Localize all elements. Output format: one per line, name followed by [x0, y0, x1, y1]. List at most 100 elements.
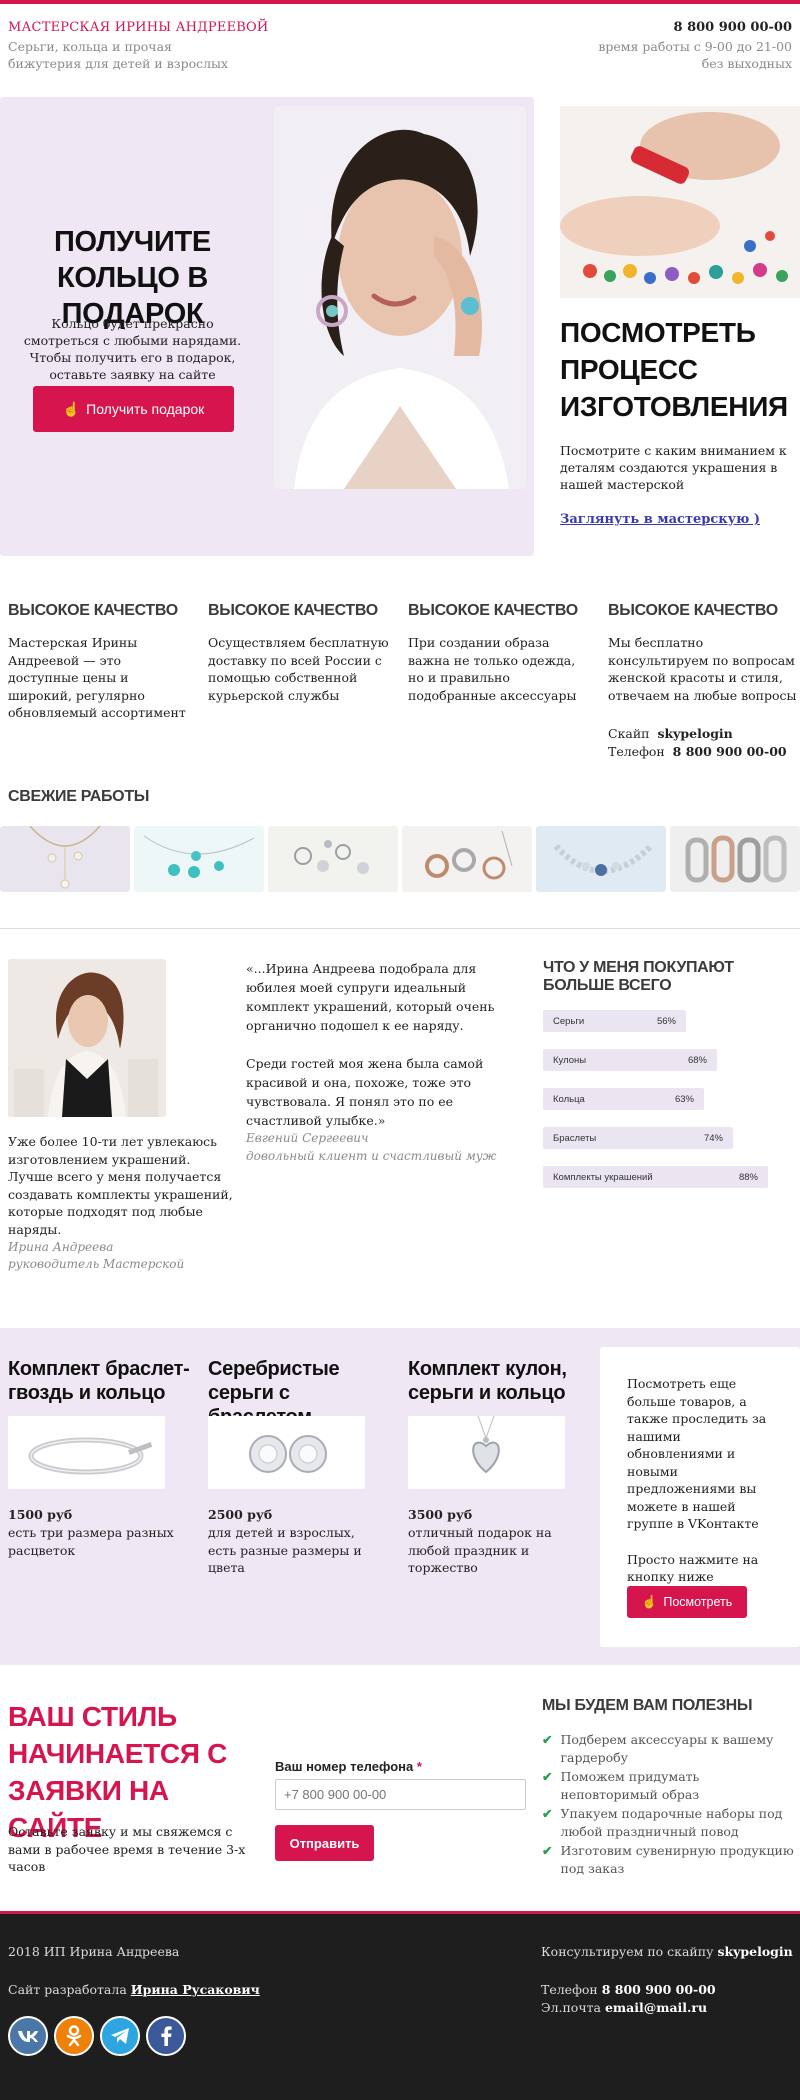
product-title[interactable]: Комплект кулон, серьги и кольцо [408, 1357, 593, 1405]
sales-bar-percent: 88% [738, 1171, 758, 1183]
top-sales-title: ЧТО У МЕНЯ ПОКУПАЮТ БОЛЬШЕ ВСЕГО [543, 959, 734, 994]
testimonial-quote: «...Ирина Андреева подобрала для юбилея … [246, 959, 516, 1130]
visit-workshop-link[interactable]: Заглянуть в мастерскую ) [560, 512, 760, 527]
thumbs-up-icon: ☝ [62, 400, 81, 417]
odnoklassniki-icon[interactable] [54, 2016, 94, 2056]
submit-button[interactable]: Отправить [275, 1825, 374, 1861]
works-title: СВЕЖИЕ РАБОТЫ [8, 788, 150, 805]
footer-phone-label: Телефон [541, 1982, 598, 1997]
feature-text: Осуществляем бесплатную доставку по всей… [208, 635, 389, 703]
phone-input[interactable] [275, 1779, 526, 1810]
vk-icon[interactable] [8, 2016, 48, 2056]
product-price: 3500 руб [408, 1507, 473, 1522]
view-vk-label: Посмотреть [663, 1595, 733, 1609]
sales-bar-label: Комплекты украшений [553, 1171, 653, 1183]
footer-email-label: Эл.почта [541, 2000, 601, 2015]
work-thumbnail[interactable] [0, 826, 130, 892]
telegram-icon[interactable] [100, 2016, 140, 2056]
feature-text: Мастерская Ирины Андреевой — это доступн… [8, 635, 186, 720]
craft-photo [560, 106, 800, 298]
product-desc: есть три размера разных расцветок [8, 1525, 174, 1558]
view-vk-button[interactable]: ☝ Посмотреть [627, 1586, 747, 1618]
header-phone[interactable]: 8 800 900 00-00 [674, 20, 792, 35]
sales-bar-percent: 56% [656, 1015, 676, 1027]
sales-bar: Комплекты украшений 88% [543, 1166, 768, 1188]
hours-line: время работы с 9-00 до 21-00 [598, 39, 792, 54]
feature-text: При создании образа важна не только одеж… [408, 635, 577, 703]
phone-field-label: Ваш номер телефона * [275, 1759, 422, 1774]
brand-name[interactable]: МАСТЕРСКАЯ ИРИНЫ АНДРЕЕВОЙ [8, 20, 268, 35]
author-name: Ирина Андреева [8, 1240, 114, 1254]
vk-text-cta: Просто нажмите на кнопку ниже [627, 1551, 759, 1585]
work-thumbnail[interactable] [134, 826, 264, 892]
hours-line: без выходных [701, 56, 792, 71]
work-thumbnail[interactable] [670, 826, 800, 892]
get-gift-label: Получить подарок [86, 401, 205, 417]
footer-phone: Телефон 8 800 900 00-00 [541, 1982, 716, 1997]
quote-paragraph: «...Ирина Андреева подобрала для юбилея … [246, 961, 495, 1033]
product-card: Комплект кулон, серьги и кольцо [408, 1357, 593, 1405]
woman-portrait-image [274, 106, 526, 489]
product-image[interactable] [8, 1416, 165, 1489]
get-gift-button[interactable]: ☝ Получить подарок [33, 386, 234, 432]
feature-text: Мы бесплатно консультируем по вопросам ж… [608, 635, 797, 703]
benefit-text: Изготовим сувенирную продукцию под заказ [560, 1843, 794, 1876]
benefit-item: ✔ Подберем аксессуары к вашему гардеробу [542, 1731, 797, 1767]
product-price: 2500 руб [208, 1507, 273, 1522]
process-text: Посмотрите с каким вниманием к деталям с… [560, 443, 787, 492]
footer-email: Эл.почта email@mail.ru [541, 2000, 707, 2015]
footer-developer: Сайт разработала Ирина Русакович [8, 1982, 260, 1997]
sales-bar: Кулоны 68% [543, 1049, 717, 1071]
work-thumbnail[interactable] [268, 826, 398, 892]
facebook-icon[interactable] [146, 2016, 186, 2056]
consult-label: Консультируем по скайпу [541, 1944, 714, 1959]
footer-email-value[interactable]: email@mail.ru [605, 2000, 707, 2015]
working-hours: время работы с 9-00 до 21-00 без выходны… [598, 38, 792, 72]
product-price: 1500 руб [8, 1507, 73, 1522]
skype-contact: Скайп skypelogin [608, 726, 733, 741]
section-divider [0, 928, 800, 929]
product-image[interactable] [408, 1416, 565, 1489]
sales-bar-label: Кулоны [553, 1054, 587, 1066]
irina-portrait-image [8, 959, 166, 1117]
about-text: Уже более 10-ти лет увлекаюсь изготовлен… [8, 1134, 233, 1237]
author-photo [8, 959, 166, 1117]
sales-bar: Браслеты 74% [543, 1127, 733, 1149]
benefit-text: Упакуем подарочные наборы под любой праз… [560, 1806, 783, 1839]
sales-bar-label: Серьги [553, 1015, 585, 1027]
vk-text: Посмотреть еще больше товаров, а также п… [627, 1375, 777, 1586]
skype-label: Скайп [608, 726, 650, 741]
product-image[interactable] [208, 1416, 365, 1489]
vk-text-main: Посмотреть еще больше товаров, а также п… [627, 1376, 767, 1531]
developer-link[interactable]: Ирина Русакович [131, 1982, 260, 1997]
phone-value[interactable]: 8 800 900 00-00 [673, 744, 787, 759]
beading-hands-image [560, 106, 800, 298]
feature-title: ВЫСОКОЕ КАЧЕСТВО [608, 602, 778, 619]
footer-phone-value[interactable]: 8 800 900 00-00 [602, 1982, 716, 1997]
check-icon: ✔ [542, 1843, 553, 1858]
sales-bar-percent: 68% [687, 1054, 707, 1066]
feature-card: ВЫСОКОЕ КАЧЕСТВО Осуществляем бесплатную… [208, 602, 393, 704]
quote-paragraph: Среди гостей моя жена была самой красиво… [246, 1056, 484, 1128]
cta-text: Оставьте заявку и мы свяжемся с вами в р… [8, 1824, 246, 1874]
benefit-item: ✔ Упакуем подарочные наборы под любой пра… [542, 1805, 797, 1841]
work-thumbnail[interactable] [402, 826, 532, 892]
work-thumbnail[interactable] [536, 826, 666, 892]
feature-title: ВЫСОКОЕ КАЧЕСТВО [408, 602, 578, 619]
product-card: Комплект браслет-гвоздь и кольцо [8, 1357, 193, 1405]
product-title[interactable]: Комплект браслет-гвоздь и кольцо [8, 1357, 193, 1405]
feature-card: ВЫСОКОЕ КАЧЕСТВО При создании образа важ… [408, 602, 593, 704]
author-role: руководитель Мастерской [8, 1257, 185, 1271]
sales-bar: Кольца 63% [543, 1088, 704, 1110]
skype-value[interactable]: skypelogin [657, 726, 732, 741]
sales-bar-label: Браслеты [553, 1132, 597, 1144]
hero-photo [274, 106, 526, 489]
sales-bar-percent: 63% [674, 1093, 694, 1105]
hero-text: Кольцо будет прекрасно смотреться с любы… [23, 316, 242, 382]
check-icon: ✔ [542, 1769, 553, 1784]
sales-bar-label: Кольца [553, 1093, 585, 1105]
check-icon: ✔ [542, 1806, 553, 1821]
benefits-title: МЫ БУДЕМ ВАМ ПОЛЕЗНЫ [542, 1697, 753, 1714]
benefit-item: ✔ Поможем придумать неповторимый образ [542, 1768, 797, 1804]
footer-skype[interactable]: skypelogin [717, 1944, 792, 1959]
